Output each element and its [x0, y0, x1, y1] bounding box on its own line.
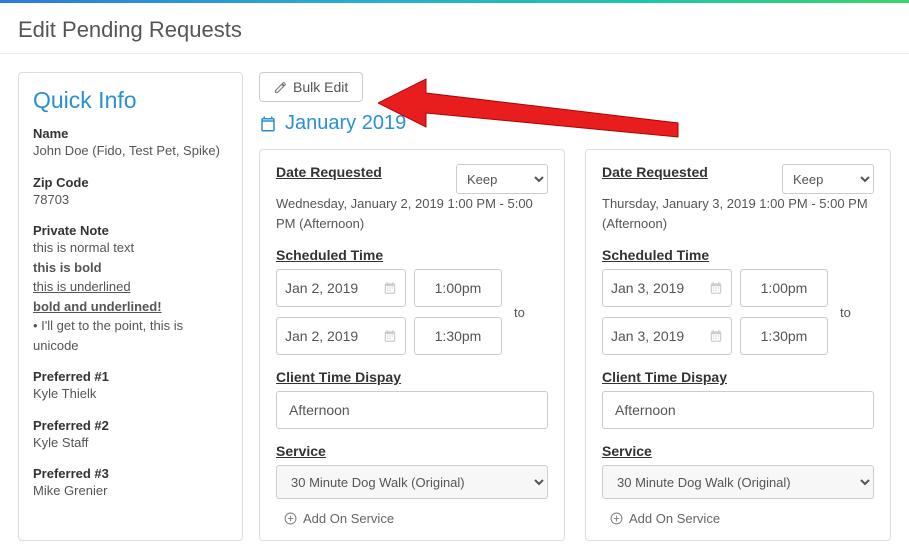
plus-circle-icon: [610, 512, 623, 525]
bulk-edit-label: Bulk Edit: [293, 79, 348, 95]
zip-value: 78703: [33, 190, 228, 210]
end-time-input[interactable]: [740, 317, 828, 355]
end-date-input[interactable]: [285, 328, 365, 344]
client-display-label: Client Time Dispay: [602, 369, 874, 385]
quick-info-heading: Quick Info: [33, 87, 228, 114]
divider: [0, 53, 909, 54]
start-date-field[interactable]: [276, 269, 406, 307]
private-note-line5: • I'll get to the point, this is unicode: [33, 316, 228, 355]
add-on-service-button[interactable]: Add On Service: [276, 507, 402, 530]
start-date-input[interactable]: [611, 280, 691, 296]
client-display-input[interactable]: [276, 391, 548, 429]
client-display-label: Client Time Dispay: [276, 369, 548, 385]
preferred-1-label: Preferred #1: [33, 369, 228, 384]
date-requested-label: Date Requested: [276, 164, 382, 180]
keep-select[interactable]: Keep: [782, 164, 874, 194]
date-requested-value: Thursday, January 3, 2019 1:00 PM - 5:00…: [602, 194, 874, 233]
name-value: John Doe (Fido, Test Pet, Spike): [33, 141, 228, 161]
keep-select[interactable]: Keep: [456, 164, 548, 194]
private-note-line3: this is underlined: [33, 277, 228, 297]
service-select[interactable]: 30 Minute Dog Walk (Original): [602, 465, 874, 499]
zip-label: Zip Code: [33, 175, 228, 190]
page-title: Edit Pending Requests: [0, 3, 909, 53]
service-select[interactable]: 30 Minute Dog Walk (Original): [276, 465, 548, 499]
to-label: to: [512, 305, 527, 320]
calendar-icon: [383, 329, 397, 343]
month-header[interactable]: January 2019: [259, 112, 891, 135]
plus-circle-icon: [284, 512, 297, 525]
date-requested-value: Wednesday, January 2, 2019 1:00 PM - 5:0…: [276, 194, 548, 233]
main-content: Bulk Edit January 2019 Date Requested Ke…: [259, 72, 891, 541]
start-date-field[interactable]: [602, 269, 732, 307]
name-block: Name John Doe (Fido, Test Pet, Spike): [33, 126, 228, 161]
end-date-input[interactable]: [611, 328, 691, 344]
name-label: Name: [33, 126, 228, 141]
calendar-icon: [259, 115, 277, 133]
calendar-icon: [383, 281, 397, 295]
start-time-input[interactable]: [740, 269, 828, 307]
preferred-3-block: Preferred #3 Mike Grenier: [33, 466, 228, 501]
quick-info-panel: Quick Info Name John Doe (Fido, Test Pet…: [18, 72, 243, 541]
private-note-line1: this is normal text: [33, 238, 228, 258]
preferred-2-block: Preferred #2 Kyle Staff: [33, 418, 228, 453]
preferred-2-value: Kyle Staff: [33, 433, 228, 453]
calendar-icon: [709, 329, 723, 343]
start-time-input[interactable]: [414, 269, 502, 307]
private-note-label: Private Note: [33, 223, 228, 238]
private-note-block: Private Note this is normal text this is…: [33, 223, 228, 355]
end-time-input[interactable]: [414, 317, 502, 355]
scheduled-time-label: Scheduled Time: [602, 247, 874, 263]
preferred-3-label: Preferred #3: [33, 466, 228, 481]
service-label: Service: [276, 443, 548, 459]
private-note-line2: this is bold: [33, 258, 228, 278]
end-date-field[interactable]: [276, 317, 406, 355]
private-note-line4: bold and underlined!: [33, 297, 228, 317]
preferred-1-block: Preferred #1 Kyle Thielk: [33, 369, 228, 404]
scheduled-time-label: Scheduled Time: [276, 247, 548, 263]
add-on-service-label: Add On Service: [629, 511, 720, 526]
date-requested-label: Date Requested: [602, 164, 708, 180]
add-on-service-button[interactable]: Add On Service: [602, 507, 728, 530]
month-label: January 2019: [285, 112, 406, 135]
add-on-service-label: Add On Service: [303, 511, 394, 526]
start-date-input[interactable]: [285, 280, 365, 296]
preferred-1-value: Kyle Thielk: [33, 384, 228, 404]
request-card: Date Requested Keep Wednesday, January 2…: [259, 149, 565, 541]
client-display-input[interactable]: [602, 391, 874, 429]
preferred-2-label: Preferred #2: [33, 418, 228, 433]
bulk-edit-button[interactable]: Bulk Edit: [259, 72, 363, 102]
to-label: to: [838, 305, 853, 320]
zip-block: Zip Code 78703: [33, 175, 228, 210]
preferred-3-value: Mike Grenier: [33, 481, 228, 501]
edit-icon: [274, 81, 287, 94]
request-card: Date Requested Keep Thursday, January 3,…: [585, 149, 891, 541]
calendar-icon: [709, 281, 723, 295]
service-label: Service: [602, 443, 874, 459]
end-date-field[interactable]: [602, 317, 732, 355]
